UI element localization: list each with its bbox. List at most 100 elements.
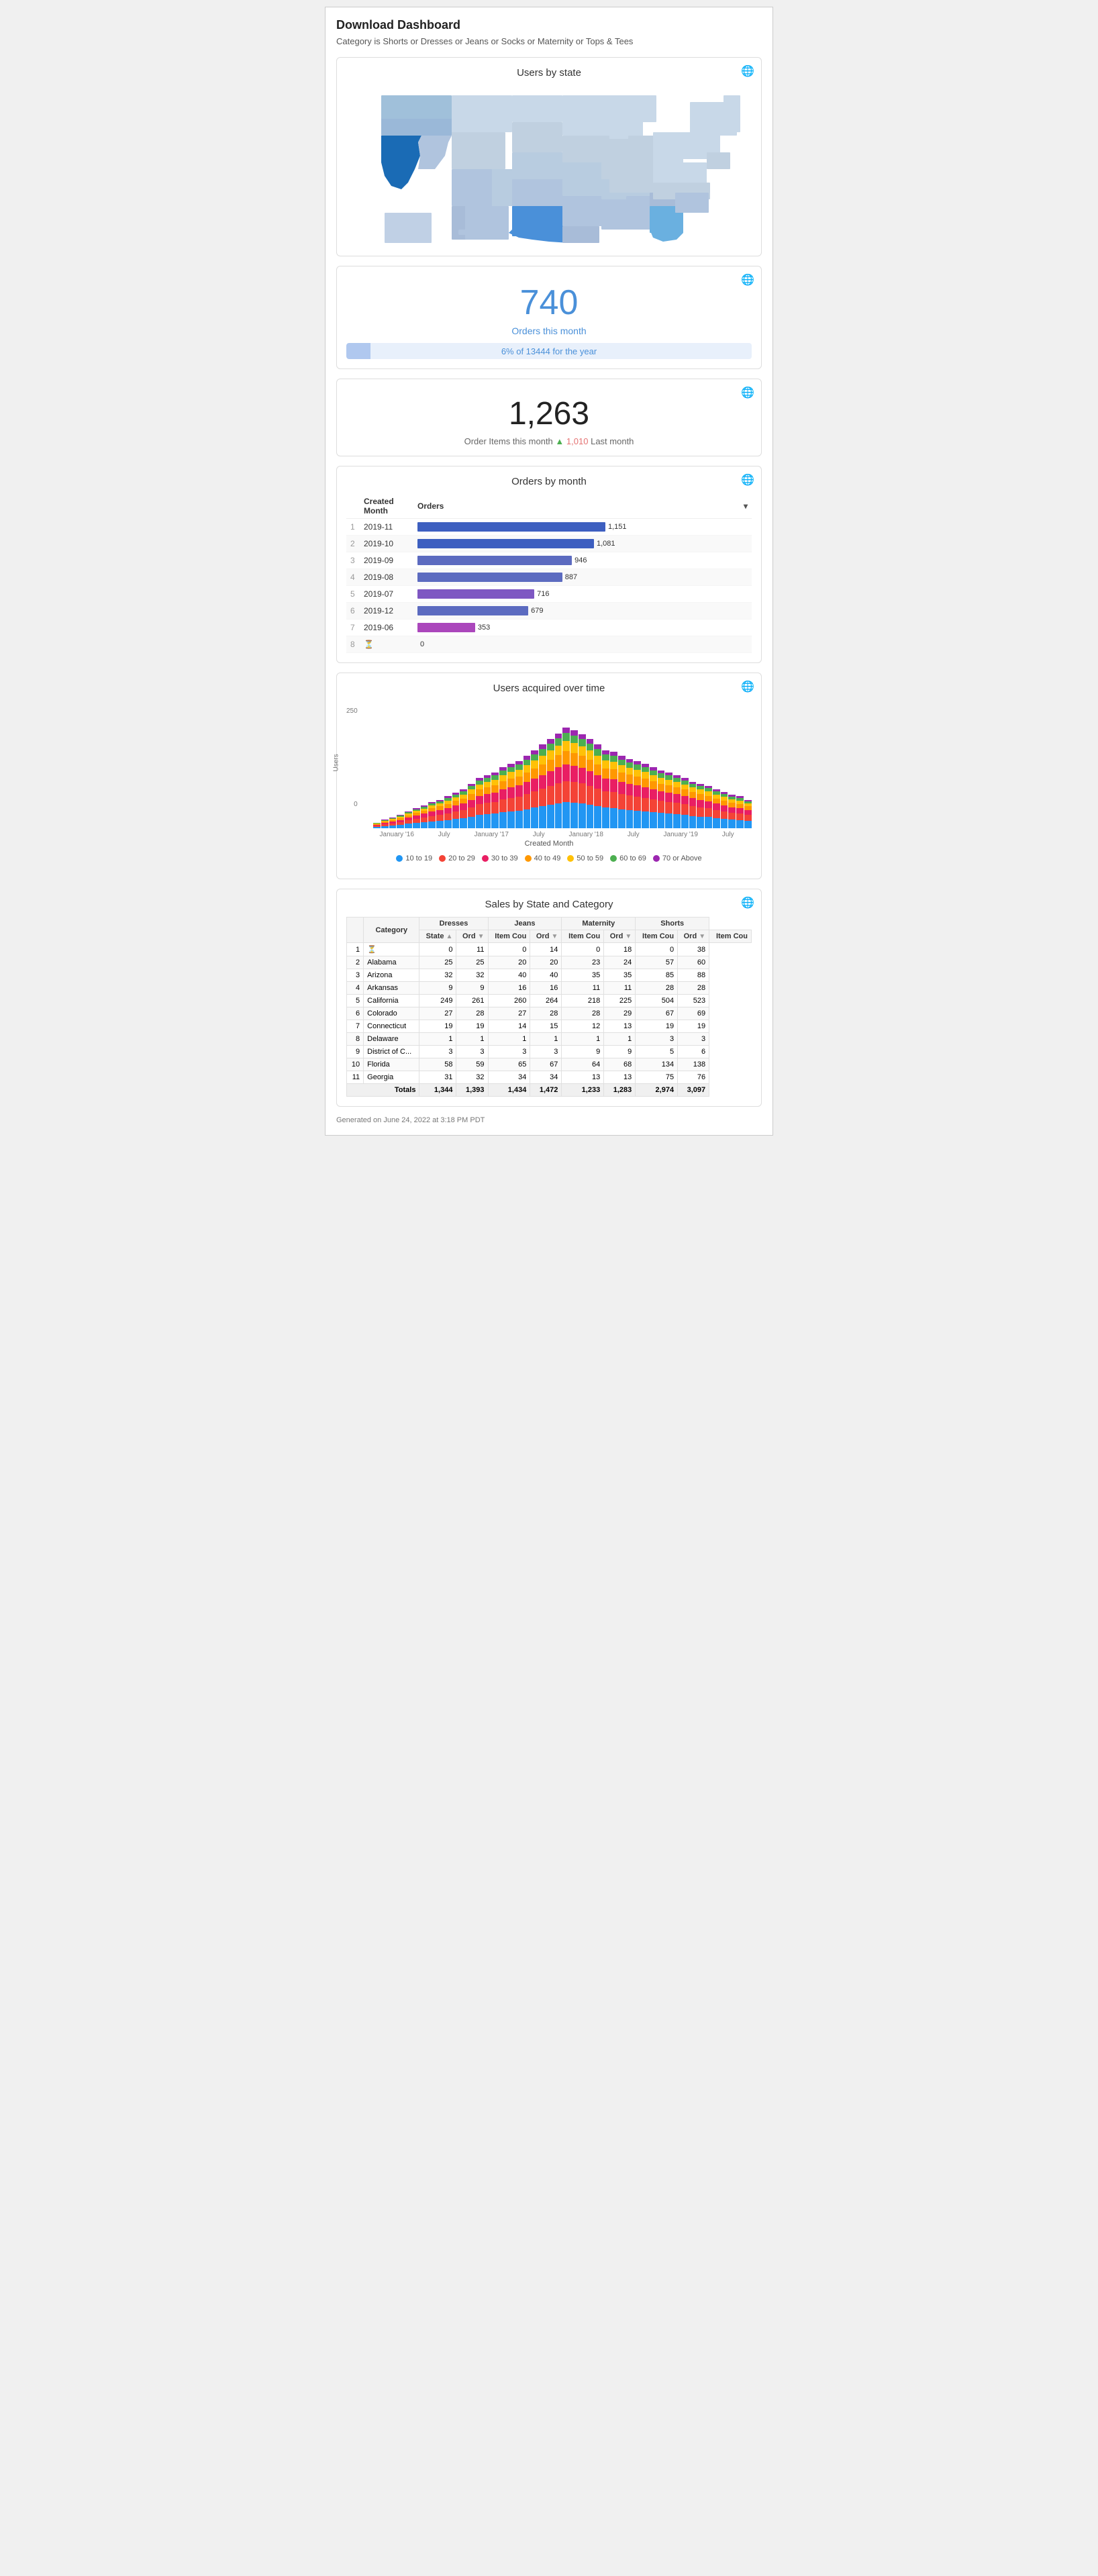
bar-col-12 <box>468 784 475 828</box>
seg-17-5 <box>507 798 515 811</box>
seg-38-3 <box>673 787 681 794</box>
legend-label-0: 10 to 19 <box>405 854 432 862</box>
seg-24-3 <box>562 751 570 764</box>
seg-11-4 <box>460 803 467 810</box>
seg-25-1 <box>570 736 578 743</box>
seg-16-4 <box>499 789 507 799</box>
seg-31-5 <box>618 794 626 809</box>
seg-45-3 <box>728 803 736 807</box>
seg-6-5 <box>421 818 428 822</box>
seg-28-6 <box>594 806 601 828</box>
seg-16-6 <box>499 812 507 828</box>
seg-9-6 <box>444 820 452 828</box>
m-ord-1: 23 <box>562 956 604 969</box>
j-ic-8: 3 <box>530 1046 562 1058</box>
bar-cell-0: 1,151 <box>413 519 752 536</box>
seg-11-5 <box>460 810 467 818</box>
bar-cell-1: 1,081 <box>413 536 752 552</box>
seg-27-2 <box>587 750 594 760</box>
seg-38-2 <box>673 782 681 787</box>
seg-37-2 <box>665 780 672 785</box>
seg-27-6 <box>587 805 594 828</box>
seg-3-6 <box>397 825 404 828</box>
m-ord-header: Ord ▼ <box>604 930 636 943</box>
seg-11-3 <box>460 799 467 803</box>
seg-22-1 <box>547 744 554 750</box>
seg-41-3 <box>697 794 704 800</box>
seg-17-2 <box>507 772 515 779</box>
s-ord-8: 5 <box>636 1046 678 1058</box>
m-ic-0: 18 <box>604 943 636 956</box>
d-ic-9: 59 <box>456 1058 488 1071</box>
month-label-1: 2019-10 <box>360 536 413 552</box>
seg-10-6 <box>452 819 460 828</box>
seg-47-4 <box>744 810 752 815</box>
seg-7-6 <box>428 822 436 828</box>
seg-37-3 <box>665 785 672 793</box>
totals-j-ord: 1,434 <box>488 1084 530 1097</box>
m-ic-7: 1 <box>604 1033 636 1046</box>
seg-45-5 <box>728 813 736 820</box>
seg-18-2 <box>515 770 523 777</box>
seg-24-2 <box>562 741 570 751</box>
bar-col-24 <box>562 728 570 828</box>
d-ic-8: 3 <box>456 1046 488 1058</box>
seg-16-3 <box>499 781 507 789</box>
row-num-6: 7 <box>346 620 360 636</box>
seg-22-0 <box>547 739 554 744</box>
bar-col-0 <box>373 823 381 828</box>
bar-cell-5: 679 <box>413 603 752 620</box>
last-month-label: Last month <box>591 436 634 446</box>
j-ic-5: 28 <box>530 1007 562 1020</box>
users-by-state-title: Users by state <box>346 67 752 79</box>
seg-31-6 <box>618 809 626 828</box>
table-row: 2 Alabama 25 25 20 20 23 24 57 60 <box>347 956 752 969</box>
seg-25-0 <box>570 730 578 736</box>
bar-col-20 <box>531 750 538 828</box>
seg-28-1 <box>594 749 601 756</box>
j-ord-1: 20 <box>488 956 530 969</box>
seg-19-1 <box>523 760 531 765</box>
s-ord-5: 67 <box>636 1007 678 1020</box>
row-num-sales-8: 9 <box>347 1046 364 1058</box>
bar-col-45 <box>728 795 736 828</box>
m-ord-9: 64 <box>562 1058 604 1071</box>
seg-34-6 <box>642 811 649 828</box>
bar-cell-3: 887 <box>413 569 752 586</box>
bar-col-16 <box>499 767 507 828</box>
seg-21-5 <box>539 789 546 806</box>
seg-39-4 <box>681 796 689 804</box>
seg-27-4 <box>587 771 594 786</box>
bar-col-21 <box>539 744 546 828</box>
s-ic-2: 88 <box>678 969 709 982</box>
j-ic-1: 20 <box>530 956 562 969</box>
page-subtitle: Category is Shorts or Dresses or Jeans o… <box>336 36 762 46</box>
d-ic-0: 11 <box>456 943 488 956</box>
seg-39-2 <box>681 785 689 789</box>
seg-29-2 <box>602 760 609 769</box>
seg-21-6 <box>539 806 546 828</box>
s-ord-7: 3 <box>636 1033 678 1046</box>
seg-21-2 <box>539 756 546 764</box>
seg-34-4 <box>642 787 649 798</box>
x-label-2: January '17 <box>468 831 515 838</box>
up-arrow-icon: ▲ <box>555 436 564 446</box>
seg-21-4 <box>539 775 546 789</box>
legend-item-6: 70 or Above <box>653 854 702 862</box>
seg-26-3 <box>579 756 586 768</box>
seg-27-3 <box>587 760 594 771</box>
seg-32-2 <box>626 768 634 775</box>
seg-24-1 <box>562 733 570 741</box>
seg-30-5 <box>610 792 617 808</box>
state-cell-1: Alabama <box>364 956 419 969</box>
dropdown-icon[interactable]: ▾ <box>744 501 748 511</box>
seg-13-5 <box>476 804 483 815</box>
seg-33-1 <box>634 764 641 770</box>
row-num-sales-5: 6 <box>347 1007 364 1020</box>
row-num-2: 3 <box>346 552 360 569</box>
seg-25-4 <box>570 766 578 782</box>
table-row: 9 District of C... 3 3 3 3 9 9 5 6 <box>347 1046 752 1058</box>
m-ord-4: 218 <box>562 995 604 1007</box>
seg-20-1 <box>531 754 538 760</box>
state-subheader: State ▲ <box>419 930 456 943</box>
